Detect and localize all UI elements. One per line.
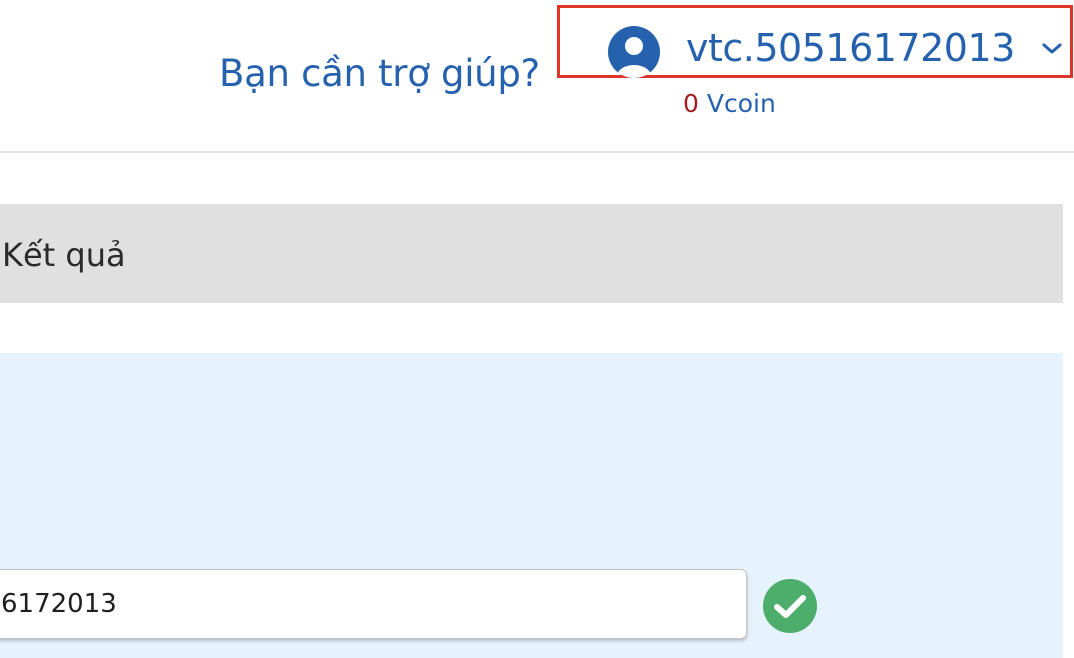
result-section-header: Kết quả — [0, 204, 1063, 303]
balance-amount: 0 — [683, 89, 699, 118]
check-circle-icon — [763, 579, 817, 633]
balance-unit: Vcoin — [706, 89, 776, 118]
help-link[interactable]: Bạn cần trợ giúp? — [219, 52, 540, 95]
chevron-down-icon[interactable] — [1040, 40, 1064, 58]
vcoin-balance: 0 Vcoin — [683, 89, 776, 118]
page: Bạn cần trợ giúp? vtc.50516172013 0 Vcoi… — [0, 0, 1074, 658]
user-account-menu[interactable]: vtc.50516172013 — [557, 5, 1073, 78]
account-input[interactable] — [0, 569, 747, 639]
username: vtc.50516172013 — [686, 26, 1015, 70]
result-title: Kết quả — [2, 236, 126, 274]
account-panel — [0, 353, 1063, 658]
user-circle-icon — [608, 26, 660, 78]
header-divider — [0, 151, 1074, 153]
